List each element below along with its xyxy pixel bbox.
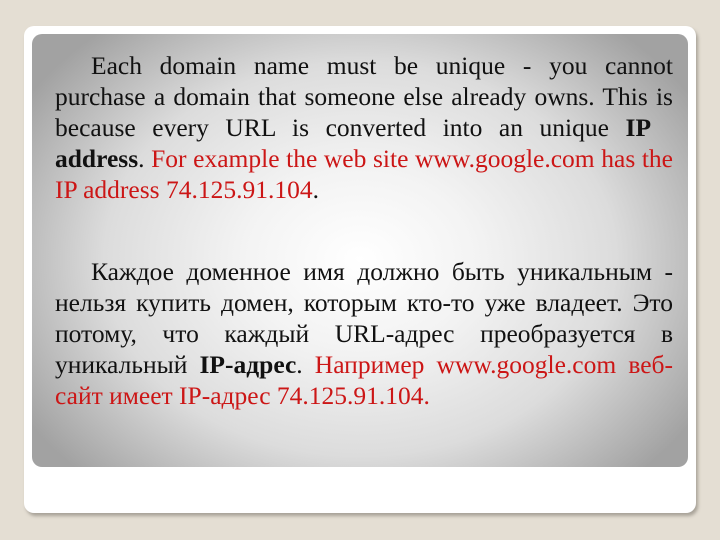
slide-card: Each domain name must be unique - you ca… [24,26,696,513]
paragraph-russian: Каждое доменное имя должно быть уникальн… [55,256,673,411]
paragraph-russian-period: . [296,350,303,379]
content-panel: Each domain name must be unique - you ca… [32,34,688,467]
paragraph-english-bold-ip: IP [625,113,652,142]
paragraph-english: Each domain name must be unique - you ca… [55,50,673,205]
paragraph-russian-bold-term: IP-адрес [199,350,297,379]
paragraph-english-period: . [138,144,145,173]
paragraph-english-bold-term: address [55,144,139,173]
paragraph-english-intro: Each domain name must be unique - you ca… [55,51,673,142]
paragraph-english-end: . [312,175,319,204]
slide: Each domain name must be unique - you ca… [0,0,720,540]
paragraph-english-example: For example the web site www.google.com … [55,144,673,204]
